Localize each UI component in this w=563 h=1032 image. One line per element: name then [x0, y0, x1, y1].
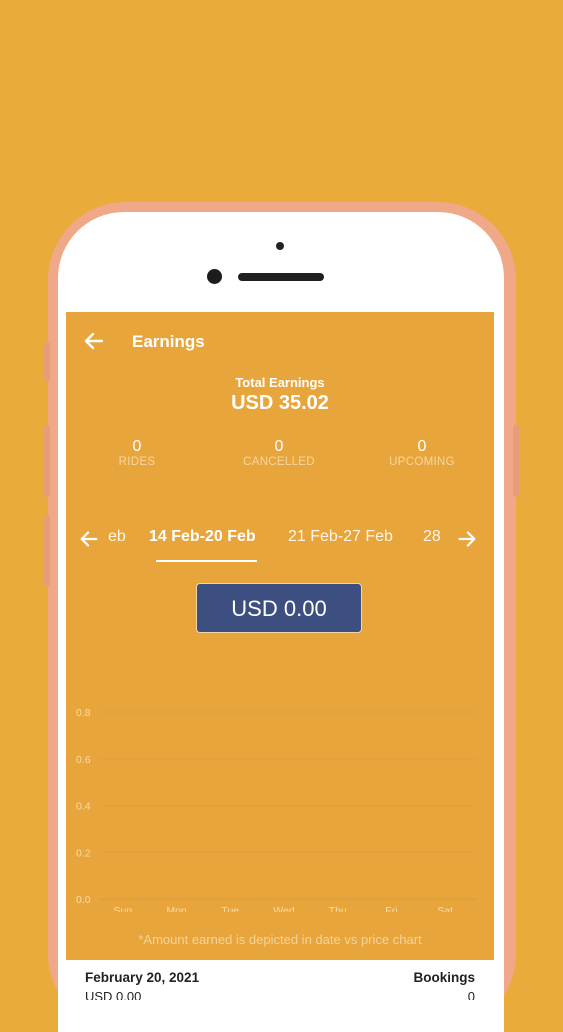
detail-amount: USD 0.00: [85, 989, 142, 1000]
stat-label: CANCELLED: [243, 456, 315, 468]
week-amount-button[interactable]: USD 0.00: [196, 583, 362, 633]
stat-cancelled: 0 CANCELLED: [219, 438, 339, 468]
stat-label: UPCOMING: [389, 456, 455, 468]
total-earnings-label: Total Earnings: [235, 375, 325, 390]
week-tab-active[interactable]: 14 Feb-20 Feb: [149, 528, 256, 546]
y-tick-label: 0.0: [76, 894, 91, 906]
x-tick-label: Mon: [166, 905, 187, 912]
page-title: Earnings: [132, 332, 205, 351]
x-tick-label: Wed: [273, 905, 295, 912]
stat-value: 0: [132, 438, 142, 455]
week-selector: eb 14 Feb-20 Feb 21 Feb-27 Feb 28: [66, 518, 494, 562]
prev-week-arrow-icon[interactable]: [78, 528, 100, 550]
stat-label: RIDES: [118, 456, 156, 468]
phone-side-button: [44, 342, 50, 382]
week-tab-previous[interactable]: eb: [108, 528, 126, 546]
stat-value: 0: [417, 438, 427, 455]
week-tab-next[interactable]: 21 Feb-27 Feb: [288, 528, 393, 546]
chart-note: *Amount earned is depicted in date vs pr…: [138, 932, 422, 947]
phone-side-button: [44, 515, 50, 587]
total-earnings-value: USD 35.02: [231, 392, 329, 414]
detail-bookings-label: Bookings: [413, 970, 475, 985]
front-camera: [207, 269, 222, 284]
earnings-screen: Earnings Total Earnings USD 35.02 0 RIDE…: [66, 312, 494, 960]
y-tick-label: 0.6: [76, 754, 91, 766]
y-tick-label: 0.4: [76, 801, 91, 813]
week-tab-next-partial[interactable]: 28: [423, 528, 441, 546]
x-tick-label: Tue: [221, 905, 239, 912]
earnings-chart: 0.0 0.2 0.4 0.6 0.8 Sun Mon Tue Wed Thu Fri Sat: [76, 707, 476, 912]
top-bar: Earnings: [66, 312, 494, 370]
back-arrow-icon[interactable]: [82, 329, 106, 353]
y-tick-label: 0.8: [76, 707, 91, 719]
x-tick-label: Thu: [329, 905, 347, 912]
next-week-arrow-icon[interactable]: [456, 528, 478, 550]
stat-rides: 0 RIDES: [77, 438, 197, 468]
detail-bookings-count: 0: [467, 989, 475, 1000]
active-week-underline: [156, 560, 257, 562]
stat-value: 0: [274, 438, 284, 455]
daily-detail-card[interactable]: February 20, 2021 Bookings USD 0.00 0: [66, 960, 494, 1000]
detail-date: February 20, 2021: [85, 970, 200, 985]
phone-side-button: [44, 425, 50, 497]
y-tick-label: 0.2: [76, 847, 91, 859]
speaker-grille: [238, 273, 324, 281]
phone-side-button: [513, 425, 519, 497]
camera-dot: [276, 242, 284, 250]
x-tick-label: Fri: [385, 905, 397, 912]
stat-upcoming: 0 UPCOMING: [362, 438, 482, 468]
x-tick-label: Sun: [114, 905, 133, 912]
x-tick-label: Sat: [437, 905, 453, 912]
